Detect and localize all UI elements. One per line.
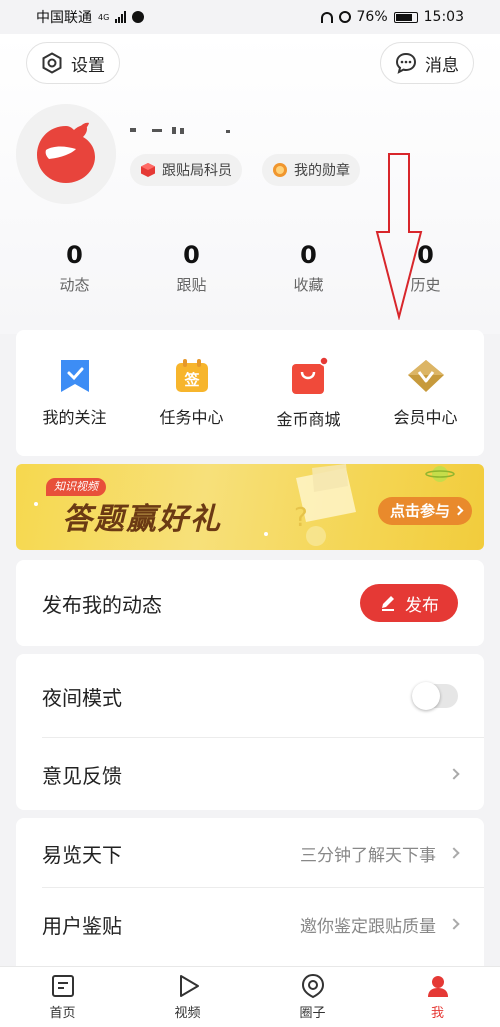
play-icon: [179, 975, 199, 997]
shortcut-vip[interactable]: 会员中心: [367, 358, 484, 428]
settings-label: 设置: [71, 55, 105, 76]
stat-favorites-label: 收藏: [293, 276, 324, 294]
profile-icon: [427, 976, 448, 997]
feedback-label: 意见反馈: [42, 763, 122, 788]
stat-history-label: 历史: [410, 276, 441, 294]
bottom-tab-bar: 首页 视频 圈子 我: [0, 966, 500, 1027]
messages-button[interactable]: 消息: [380, 42, 474, 84]
signal-icon: [115, 11, 127, 23]
stat-comments-label: 跟贴: [176, 276, 207, 294]
banner-cta-button[interactable]: 点击参与: [378, 497, 473, 525]
quiz-banner[interactable]: ? 知识视频 答题赢好礼 点击参与: [16, 464, 484, 550]
stat-posts-count: 0: [66, 241, 83, 269]
settings-button[interactable]: 设置: [26, 42, 120, 84]
feature-row-review-hint: 邀你鉴定跟贴质量: [300, 916, 436, 937]
night-mode-toggle[interactable]: [412, 682, 458, 710]
feature-card: 易览天下 三分钟了解天下事 用户鉴贴 邀你鉴定跟贴质量: [16, 818, 484, 978]
avatar-logo-icon: [16, 104, 116, 204]
tab-home-label: 首页: [49, 1006, 76, 1021]
tab-me-label: 我: [430, 1006, 444, 1021]
status-bar: 中国联通 4G 76% 15:03: [0, 0, 500, 34]
stat-favorites-count: 0: [300, 241, 317, 269]
messages-label: 消息: [425, 55, 459, 76]
stat-posts-label: 动态: [59, 276, 90, 294]
feature-row-news-label: 易览天下: [42, 842, 122, 867]
headset-icon: [320, 11, 333, 23]
feature-row-review-label: 用户鉴贴: [42, 913, 122, 938]
tab-circle-label: 圈子: [299, 1006, 326, 1021]
banner-title: 答题赢好礼: [62, 502, 222, 537]
night-mode-row: 夜间模式: [16, 654, 484, 738]
wechat-notification-icon: [132, 11, 145, 23]
vip-diamond-icon: [407, 360, 444, 392]
profile-stats: 0 动态 0 跟贴 0 收藏 0 历史: [16, 240, 484, 300]
chevron-right-icon: [448, 768, 460, 780]
shortcut-vip-label: 会员中心: [393, 408, 458, 427]
toggle-knob: [412, 682, 440, 710]
circle-location-icon: [301, 973, 324, 999]
publish-card: 发布我的动态 发布: [16, 560, 484, 646]
night-mode-label: 夜间模式: [42, 685, 122, 710]
tab-video[interactable]: 视频: [125, 967, 250, 1027]
svg-text:签: 签: [183, 371, 200, 389]
feature-row-news-hint: 三分钟了解天下事: [300, 845, 436, 866]
shopping-bag-icon: [291, 356, 329, 394]
stat-comments[interactable]: 0 跟贴: [133, 240, 250, 300]
red-cube-icon: [141, 163, 155, 177]
tab-home[interactable]: 首页: [0, 967, 125, 1027]
settings-card: 夜间模式 意见反馈: [16, 654, 484, 810]
banner-cta-label: 点击参与: [390, 502, 451, 520]
shortcut-follows-label: 我的关注: [42, 408, 107, 427]
rank-badge-label: 跟贴局科员: [162, 163, 232, 179]
tab-me[interactable]: 我: [375, 967, 500, 1027]
rank-badge[interactable]: 跟贴局科员: [130, 154, 242, 186]
network-type: 4G: [98, 12, 110, 22]
shortcut-tasks[interactable]: 签 任务中心: [133, 358, 250, 428]
tab-circle[interactable]: 圈子: [250, 967, 375, 1027]
svg-text:?: ?: [294, 503, 308, 533]
stat-history-count: 0: [417, 241, 434, 269]
feature-row-news[interactable]: 易览天下 三分钟了解天下事: [16, 818, 484, 888]
battery-icon: [393, 11, 418, 23]
tab-video-label: 视频: [174, 1006, 201, 1021]
publish-button-label: 发布: [405, 595, 439, 616]
stat-favorites[interactable]: 0 收藏: [250, 240, 367, 300]
chevron-right-icon: [448, 847, 460, 859]
alarm-icon: [338, 11, 351, 23]
username-obscured: [130, 127, 230, 134]
shortcut-coin-mall[interactable]: 金币商城: [250, 356, 367, 430]
avatar[interactable]: [16, 104, 116, 204]
medal-badge-label: 我的勋章: [294, 163, 350, 179]
medal-icon: [273, 163, 287, 177]
publish-label: 发布我的动态: [42, 592, 162, 617]
chat-bubble-icon: [395, 52, 417, 74]
battery-percent: 76%: [356, 9, 388, 25]
medal-badge[interactable]: 我的勋章: [262, 154, 360, 186]
carrier-name: 中国联通: [36, 10, 92, 26]
feature-row-review[interactable]: 用户鉴贴 邀你鉴定跟贴质量: [16, 888, 484, 960]
feedback-row[interactable]: 意见反馈: [16, 738, 484, 810]
banner-cta-chevron-icon: [453, 505, 464, 516]
shortcut-grid: 我的关注 签 任务中心 金币商城 会员中心: [16, 330, 484, 456]
task-sign-icon: 签: [175, 359, 208, 392]
shortcut-tasks-label: 任务中心: [159, 408, 224, 427]
chevron-right-icon: [448, 918, 460, 930]
clock-time: 15:03: [423, 9, 464, 25]
home-icon: [51, 975, 74, 997]
pencil-icon: [382, 596, 394, 611]
gear-icon: [42, 52, 62, 74]
shortcut-coin-mall-label: 金币商城: [276, 410, 341, 429]
publish-button[interactable]: 发布: [360, 584, 458, 622]
stat-posts[interactable]: 0 动态: [16, 240, 133, 300]
bookmark-icon: [60, 360, 89, 392]
stat-history[interactable]: 0 历史: [367, 240, 484, 300]
shortcut-follows[interactable]: 我的关注: [16, 358, 133, 428]
stat-comments-count: 0: [183, 241, 200, 269]
